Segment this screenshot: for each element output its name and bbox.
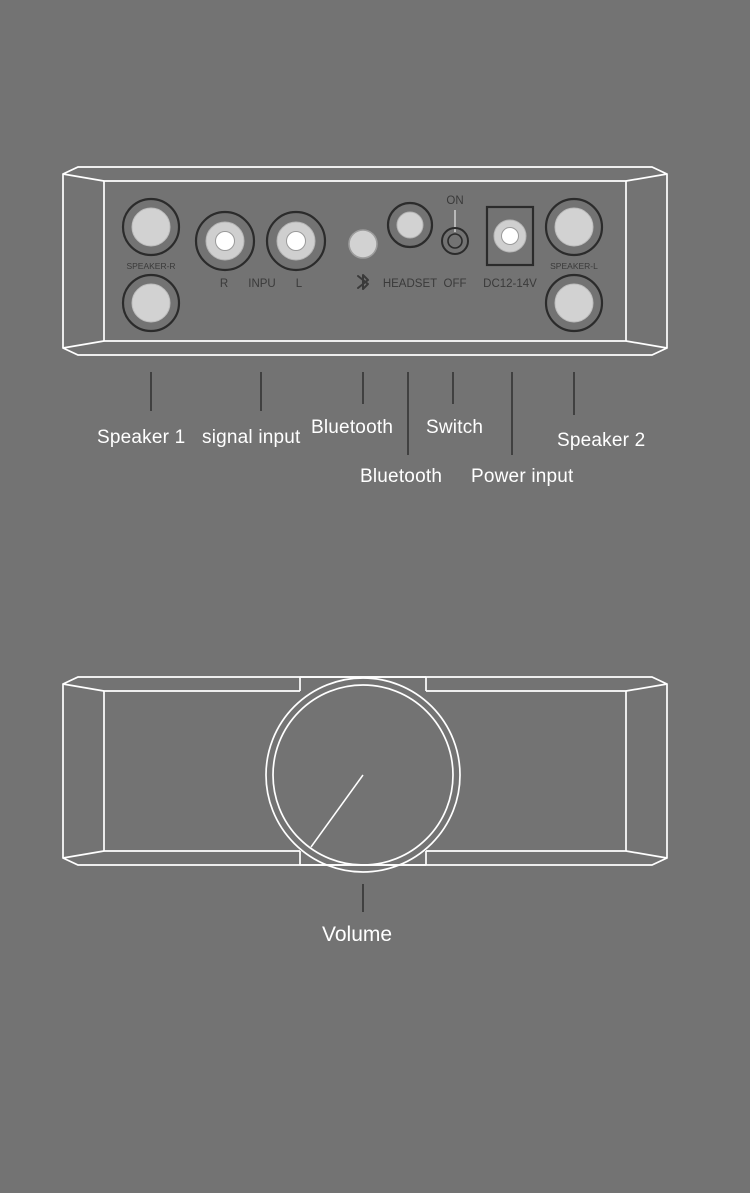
callout-label-bluetooth-indicator: Bluetooth: [311, 417, 394, 438]
rca-jack-right[interactable]: [194, 210, 256, 272]
volume-knob-indicator: [310, 774, 364, 848]
speaker-r-bottom-port[interactable]: [121, 273, 181, 333]
silkscreen-input-r: R: [220, 278, 228, 290]
volume-knob[interactable]: [265, 677, 461, 873]
silkscreen-input: INPU: [248, 278, 275, 290]
bluetooth-led-port[interactable]: [348, 229, 378, 259]
silkscreen-speaker-l: SPEAKER-L: [550, 261, 598, 271]
callout-label-bluetooth-module: Bluetooth: [360, 466, 443, 487]
silkscreen-headset: HEADSET: [383, 278, 437, 290]
callout-label-power-input: Power input: [471, 466, 574, 487]
speaker-l-bottom-port[interactable]: [544, 273, 604, 333]
diagram-canvas: SPEAKER-R R INPU L HEADSET OFF ON DC12-1…: [0, 0, 750, 1193]
headset-jack-port[interactable]: [386, 201, 434, 249]
speaker-r-top-port[interactable]: [121, 197, 181, 257]
speaker-l-top-port[interactable]: [544, 197, 604, 257]
callout-label-signal-input: signal input: [202, 427, 301, 448]
silkscreen-input-l: L: [296, 278, 303, 290]
power-switch-port[interactable]: [441, 210, 469, 255]
silkscreen-dc-input: DC12-14V: [483, 278, 537, 290]
callout-label-switch: Switch: [426, 417, 484, 438]
callout-label-speaker-1: Speaker 1: [97, 427, 186, 448]
bluetooth-icon: [357, 274, 369, 290]
callout-label-speaker-2: Speaker 2: [557, 430, 646, 451]
callout-label-volume: Volume: [322, 923, 393, 946]
silkscreen-speaker-r: SPEAKER-R: [126, 261, 175, 271]
front-panel-chassis: [62, 676, 668, 866]
rca-jack-left[interactable]: [265, 210, 327, 272]
dc-power-jack-port[interactable]: [485, 205, 535, 267]
silkscreen-switch-on: ON: [446, 195, 463, 207]
rear-panel-drawing: SPEAKER-R R INPU L HEADSET OFF ON DC12-1…: [62, 166, 668, 912]
silkscreen-switch-off: OFF: [444, 278, 467, 290]
